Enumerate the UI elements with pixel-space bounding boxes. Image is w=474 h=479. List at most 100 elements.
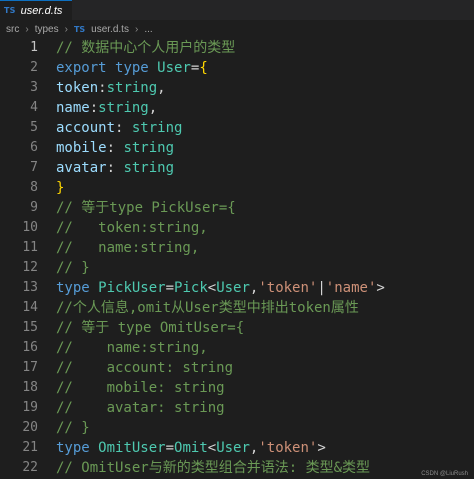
tab-user-d-ts[interactable]: TS user.d.ts bbox=[0, 0, 72, 20]
code-line[interactable]: 17 // account: string bbox=[0, 358, 474, 378]
code-line[interactable]: 9 // 等于type PickUser={ bbox=[0, 198, 474, 218]
code-token: , bbox=[157, 80, 166, 96]
code-token: export bbox=[56, 60, 107, 76]
code-token: avatar bbox=[56, 160, 107, 176]
breadcrumb-src[interactable]: src bbox=[6, 24, 19, 35]
code-token: string bbox=[123, 140, 175, 156]
watermark: CSDN @LiuRush bbox=[421, 471, 468, 477]
code-token: PickUser bbox=[98, 280, 166, 296]
code-token: string bbox=[131, 120, 183, 136]
code-line[interactable]: 3 token:string, bbox=[0, 78, 474, 98]
code-token: Omit bbox=[174, 440, 208, 456]
breadcrumb-ellipsis[interactable]: ... bbox=[144, 24, 152, 35]
code-token: : bbox=[106, 140, 124, 156]
code-token: account bbox=[56, 120, 116, 136]
code-line[interactable]: 22 // OmitUser与新的类型组合并语法: 类型&类型 bbox=[0, 458, 474, 478]
code-token: : bbox=[89, 100, 99, 116]
code-token: string bbox=[98, 100, 149, 116]
code-line[interactable]: 20 // } bbox=[0, 418, 474, 438]
code-token: type bbox=[115, 60, 149, 76]
code-content: // 等于type PickUser={ bbox=[56, 198, 236, 218]
code-token: type bbox=[56, 440, 90, 456]
code-content: export type User={ bbox=[56, 58, 208, 78]
code-content: // OmitUser与新的类型组合并语法: 类型&类型 bbox=[56, 458, 370, 478]
code-token: OmitUser bbox=[98, 440, 166, 456]
code-content: // account: string bbox=[56, 358, 233, 378]
code-line[interactable]: 2 export type User={ bbox=[0, 58, 474, 78]
code-token: User bbox=[157, 60, 191, 76]
line-number: 20 bbox=[22, 420, 38, 435]
code-line[interactable]: 7 avatar: string bbox=[0, 158, 474, 178]
code-token: > bbox=[376, 280, 385, 296]
code-line[interactable]: 6 mobile: string bbox=[0, 138, 474, 158]
code-content: // } bbox=[56, 258, 90, 278]
code-token: name bbox=[56, 100, 90, 116]
code-content: // 数据中心个人用户的类型 bbox=[56, 38, 235, 58]
typescript-file-icon: TS bbox=[4, 6, 16, 15]
line-number: 5 bbox=[30, 120, 38, 135]
line-number: 19 bbox=[22, 400, 38, 415]
line-number: 14 bbox=[22, 300, 38, 315]
line-number: 10 bbox=[22, 220, 38, 235]
code-token: < bbox=[207, 440, 217, 456]
tab-label: user.d.ts bbox=[20, 4, 63, 17]
line-number: 1 bbox=[30, 40, 38, 55]
code-token: // 数据中心个人用户的类型 bbox=[56, 40, 236, 56]
code-line[interactable]: 21 type OmitUser=Omit<User,'token'> bbox=[0, 438, 474, 458]
code-token: string bbox=[123, 160, 175, 176]
chevron-right-icon: › bbox=[134, 23, 139, 35]
breadcrumb-types[interactable]: types bbox=[35, 24, 59, 35]
typescript-file-icon: TS bbox=[73, 24, 86, 34]
code-content: // name:string, bbox=[56, 238, 199, 258]
line-number: 21 bbox=[22, 440, 38, 455]
code-line[interactable]: 8} bbox=[0, 178, 474, 198]
code-content: avatar: string bbox=[56, 158, 174, 178]
code-line[interactable]: 1 // 数据中心个人用户的类型 bbox=[0, 38, 474, 58]
code-token: : bbox=[106, 160, 124, 176]
code-token: token bbox=[56, 80, 99, 96]
line-number: 13 bbox=[22, 280, 38, 295]
line-number: 6 bbox=[30, 140, 38, 155]
editor-window: TS user.d.ts src › types › TS user.d.ts … bbox=[0, 0, 474, 479]
code-token: 'token' bbox=[258, 440, 318, 456]
code-token: // } bbox=[56, 420, 90, 436]
code-line[interactable]: 13 type PickUser=Pick<User,'token'|'name'… bbox=[0, 278, 474, 298]
breadcrumb-file[interactable]: user.d.ts bbox=[91, 24, 129, 35]
code-token: mobile bbox=[56, 140, 107, 156]
line-number: 16 bbox=[22, 340, 38, 355]
code-line[interactable]: 5 account: string bbox=[0, 118, 474, 138]
code-token: = bbox=[165, 280, 175, 296]
code-editor[interactable]: 1 // 数据中心个人用户的类型 2 export type User={3 token… bbox=[0, 38, 474, 479]
code-line[interactable]: 10 // token:string, bbox=[0, 218, 474, 238]
code-line[interactable]: 16 // name:string, bbox=[0, 338, 474, 358]
code-token: // mobile: string bbox=[56, 380, 225, 396]
code-content: account: string bbox=[56, 118, 182, 138]
code-token: User bbox=[216, 440, 250, 456]
code-token: // } bbox=[56, 260, 90, 276]
code-token: Pick bbox=[174, 280, 208, 296]
line-number: 15 bbox=[22, 320, 38, 335]
code-line[interactable]: 11 // name:string, bbox=[0, 238, 474, 258]
code-line[interactable]: 18 // mobile: string bbox=[0, 378, 474, 398]
code-token: // 等于type PickUser={ bbox=[56, 200, 236, 216]
code-line[interactable]: 19 // avatar: string bbox=[0, 398, 474, 418]
code-token: // OmitUser与新的类型组合并语法: 类型&类型 bbox=[56, 460, 371, 476]
line-number: 11 bbox=[22, 240, 38, 255]
code-line[interactable]: 4 name:string, bbox=[0, 98, 474, 118]
code-line[interactable]: 15 // 等于 type OmitUser={ bbox=[0, 318, 474, 338]
code-token: User bbox=[216, 280, 250, 296]
line-number: 22 bbox=[22, 460, 38, 475]
code-line[interactable]: 12 // } bbox=[0, 258, 474, 278]
code-token: // avatar: string bbox=[56, 400, 225, 416]
line-number: 4 bbox=[30, 100, 38, 115]
code-content: // name:string, bbox=[56, 338, 208, 358]
line-number: 17 bbox=[22, 360, 38, 375]
code-content: type OmitUser=Omit<User,'token'> bbox=[56, 438, 326, 458]
code-token: 'name' bbox=[325, 280, 377, 296]
code-content: // } bbox=[56, 418, 90, 438]
code-token: 'token' bbox=[258, 280, 318, 296]
line-number: 8 bbox=[30, 180, 38, 195]
code-line[interactable]: 14 //个人信息,omit从User类型中排出token属性 bbox=[0, 298, 474, 318]
